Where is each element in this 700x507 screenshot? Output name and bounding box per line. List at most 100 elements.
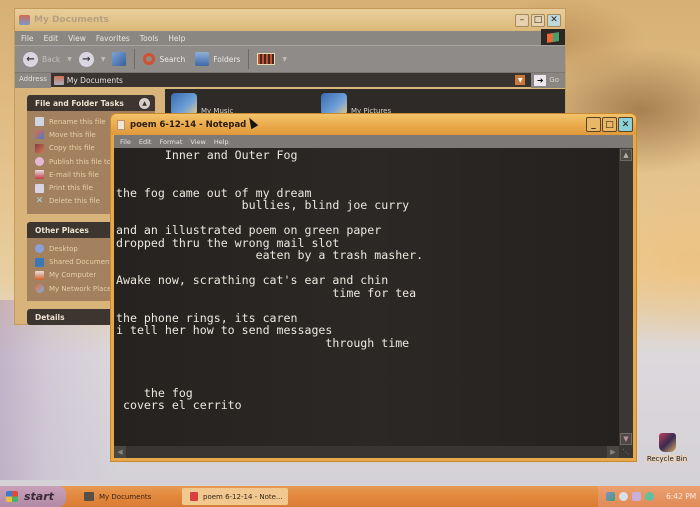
file-folder-tasks-header[interactable]: File and Folder Tasks ▲ (27, 95, 155, 111)
explorer-title: My Documents (34, 15, 109, 25)
np-menu-edit[interactable]: Edit (139, 138, 152, 146)
back-dropdown-icon[interactable]: ▼ (67, 56, 72, 63)
vertical-scrollbar[interactable]: ▲ ▼ (619, 148, 633, 446)
task-label: Print this file (49, 184, 93, 193)
back-arrow-icon[interactable]: ← (23, 51, 38, 67)
go-label: Go (549, 76, 559, 84)
volume-tray-icon[interactable] (632, 492, 641, 501)
folders-icon[interactable] (195, 52, 210, 66)
my-documents-icon (53, 75, 64, 85)
taskbar: start My Documents poem 6-12-14 - Note..… (0, 486, 700, 507)
taskbar-item-notepad[interactable]: poem 6-12-14 - Note... (182, 488, 288, 505)
task-label: Delete this file (49, 197, 100, 206)
clock[interactable]: 6:42 PM (666, 492, 696, 501)
back-button[interactable]: Back (42, 55, 60, 64)
folder-my-music[interactable]: My Music (171, 93, 233, 115)
go-button[interactable]: ➜ Go (531, 72, 565, 88)
np-menu-format[interactable]: Format (159, 138, 182, 146)
np-menu-help[interactable]: Help (214, 138, 229, 146)
recycle-bin[interactable]: Recycle Bin (640, 430, 694, 463)
windows-logo-icon (541, 29, 565, 45)
explorer-titlebar[interactable]: My Documents – □ ✕ (15, 9, 565, 31)
start-button[interactable]: start (0, 486, 66, 507)
taskbar-item-my-documents[interactable]: My Documents (76, 488, 176, 505)
address-value: My Documents (66, 75, 123, 85)
email-icon (35, 170, 44, 180)
my-documents-icon (84, 492, 94, 501)
scroll-down-icon[interactable]: ▼ (620, 433, 632, 445)
notepad-icon (190, 492, 198, 501)
scroll-right-icon[interactable]: ▶ (607, 446, 619, 458)
recycle-bin-label: Recycle Bin (645, 455, 689, 463)
menu-favorites[interactable]: Favorites (96, 34, 130, 43)
folders-button[interactable]: Folders (213, 55, 240, 64)
desktop-wallpaper (0, 300, 120, 480)
delete-icon: ✕ (35, 195, 44, 206)
security-tray-icon[interactable] (645, 492, 654, 501)
explorer-maximize-button[interactable]: □ (531, 13, 545, 27)
notepad-minimize-button[interactable]: _ (586, 117, 601, 132)
copy-icon (35, 143, 44, 153)
recycle-bin-icon (658, 433, 676, 452)
notepad-icon (117, 119, 125, 130)
address-input[interactable]: My Documents (51, 75, 515, 85)
horizontal-scrollbar[interactable]: ◀ ▶ (114, 446, 619, 458)
task-label: Move this file (49, 130, 96, 139)
taskbar-item-label: My Documents (99, 492, 152, 501)
toolbar-separator (248, 49, 250, 69)
scroll-up-icon[interactable]: ▲ (620, 149, 632, 161)
search-button[interactable]: Search (159, 55, 185, 64)
explorer-close-button[interactable]: ✕ (547, 13, 561, 27)
menu-help[interactable]: Help (168, 34, 185, 43)
notepad-text-area[interactable]: Inner and Outer Fog the fog came out of … (116, 149, 617, 446)
forward-button[interactable]: → (78, 51, 94, 67)
publish-icon (35, 157, 44, 167)
views-button[interactable] (257, 53, 276, 65)
go-arrow-icon: ➜ (534, 74, 547, 86)
place-label: Shared Documents (49, 258, 116, 267)
taskbar-item-label: poem 6-12-14 - Note... (203, 492, 283, 501)
notepad-titlebar[interactable]: poem 6-12-14 - Notepad _ □ ✕ (111, 114, 636, 135)
np-menu-view[interactable]: View (190, 138, 205, 146)
explorer-menubar: File Edit View Favorites Tools Help (15, 29, 565, 45)
folder-my-pictures[interactable]: My Pictures (321, 93, 391, 115)
notepad-close-button[interactable]: ✕ (618, 117, 633, 132)
safely-remove-tray-icon[interactable] (619, 492, 628, 501)
windows-logo-icon (6, 491, 18, 502)
network-icon (35, 284, 44, 294)
menu-tools[interactable]: Tools (140, 34, 158, 43)
up-folder-button[interactable] (112, 52, 127, 66)
task-label: Copy this file (49, 144, 95, 153)
notepad-window: poem 6-12-14 - Notepad _ □ ✕ File Edit F… (110, 113, 637, 462)
my-documents-icon (19, 15, 30, 25)
desktop-icon (35, 244, 44, 254)
panel-title: Details (35, 312, 65, 322)
panel-title: File and Folder Tasks (35, 98, 124, 108)
menu-view[interactable]: View (68, 34, 86, 43)
move-icon (35, 130, 44, 140)
explorer-toolbar: ← Back ▼ → ▼ Search Folders ▼ (15, 45, 565, 72)
menu-file[interactable]: File (21, 34, 34, 43)
address-dropdown-button[interactable]: ▼ (515, 75, 526, 85)
pictures-folder-icon (321, 93, 347, 115)
resize-grip-icon[interactable]: ⋱ (619, 446, 633, 458)
system-tray: 6:42 PM (598, 486, 700, 507)
place-label: Desktop (49, 244, 78, 253)
shared-folder-icon (35, 257, 44, 267)
search-icon[interactable] (143, 53, 156, 65)
network-tray-icon[interactable] (606, 492, 615, 501)
explorer-minimize-button[interactable]: – (515, 13, 529, 27)
menu-edit[interactable]: Edit (44, 34, 59, 43)
collapse-icon[interactable]: ▲ (139, 97, 150, 109)
notepad-menubar: File Edit Format View Help (114, 135, 633, 148)
rename-icon (35, 117, 44, 127)
notepad-maximize-button[interactable]: □ (602, 117, 617, 132)
address-bar: Address My Documents ▼ ➜ Go (15, 72, 565, 88)
np-menu-file[interactable]: File (120, 138, 131, 146)
print-icon (35, 183, 44, 193)
notepad-editor: Inner and Outer Fog the fog came out of … (114, 148, 633, 458)
scroll-left-icon[interactable]: ◀ (114, 446, 126, 458)
forward-dropdown-icon[interactable]: ▼ (101, 56, 106, 63)
views-dropdown-icon[interactable]: ▼ (282, 56, 287, 63)
music-folder-icon (171, 93, 197, 115)
